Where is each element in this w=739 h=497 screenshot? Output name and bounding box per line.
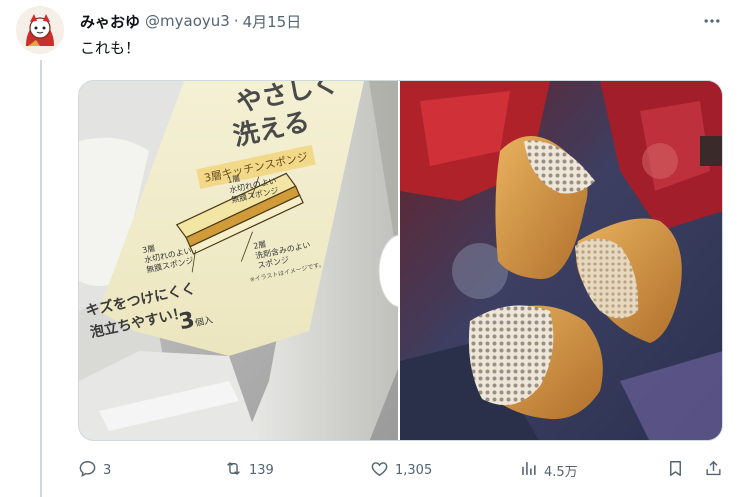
share-icon <box>704 459 723 482</box>
user-handle[interactable]: @myaoyu3 <box>145 12 230 30</box>
like-button[interactable]: 1,305 <box>370 456 432 484</box>
separator-dot: · <box>233 12 239 30</box>
reply-button[interactable]: 3 <box>78 456 111 484</box>
reply-count: 3 <box>103 462 112 478</box>
tweet-text: これも！ <box>80 39 141 57</box>
more-icon[interactable] <box>701 10 723 32</box>
avatar-image <box>16 6 64 54</box>
media-grid: やさしく 洗える 3層キッチンスポンジ 1層 水切れのよい 無膜スポンジ 2層 … <box>78 80 723 441</box>
package-count-unit: 個入 <box>194 315 214 330</box>
views-count: 4.5万 <box>544 464 578 480</box>
avatar[interactable] <box>16 6 64 54</box>
photo-sponge-package[interactable]: やさしく 洗える 3層キッチンスポンジ 1層 水切れのよい 無膜スポンジ 2層 … <box>79 81 400 440</box>
tweet-date[interactable]: 4月15日 <box>243 11 302 32</box>
action-bar: 3 139 1,305 4.5万 <box>78 456 728 484</box>
repost-count: 139 <box>249 462 274 478</box>
like-icon <box>370 459 389 482</box>
display-name[interactable]: みゃおゆ <box>80 11 140 32</box>
bookmark-button[interactable] <box>666 456 685 484</box>
repost-icon <box>224 459 243 482</box>
views-button[interactable]: 4.5万 <box>519 456 578 484</box>
photo-fried-pieces[interactable] <box>400 81 722 440</box>
bookmark-icon <box>666 459 685 482</box>
tweet-header: みゃおゆ @myaoyu3 · 4月15日 <box>80 10 723 32</box>
share-button[interactable] <box>704 456 723 484</box>
like-count: 1,305 <box>395 462 433 478</box>
views-icon <box>519 459 538 482</box>
thread-line <box>40 60 42 497</box>
reply-icon <box>78 459 97 482</box>
repost-button[interactable]: 139 <box>224 456 274 484</box>
